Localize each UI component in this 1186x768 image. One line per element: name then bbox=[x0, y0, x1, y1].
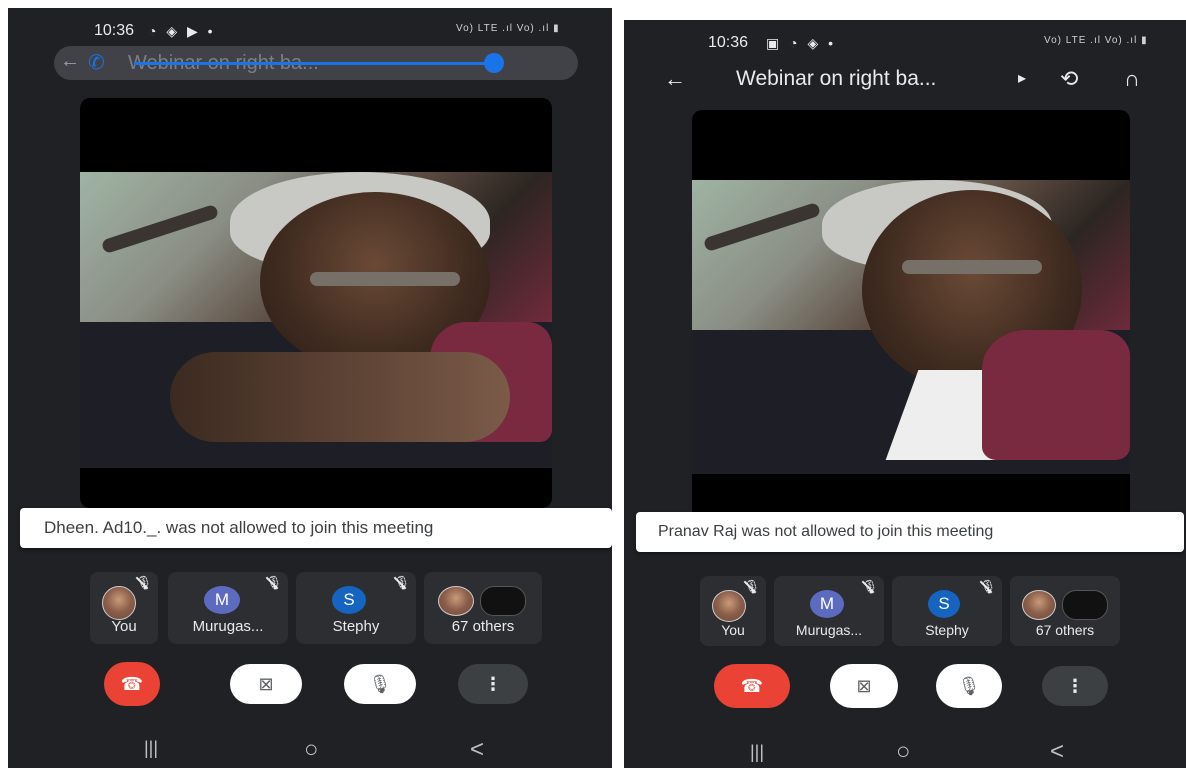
avatar: S bbox=[928, 590, 960, 618]
avatar: S bbox=[332, 586, 366, 614]
participant-label: Stephy bbox=[332, 618, 380, 635]
audio-slider-track[interactable] bbox=[134, 62, 494, 65]
mic-off-icon: 🎙 bbox=[979, 579, 996, 594]
avatar bbox=[438, 586, 474, 616]
more-icon: ⋮ bbox=[1066, 676, 1084, 696]
toast-text: Dheen. Ad10._. was not allowed to join t… bbox=[44, 518, 434, 537]
end-call-icon: ☎ bbox=[740, 676, 764, 696]
participant-tile-others[interactable]: 67 others bbox=[424, 572, 542, 644]
video-off-icon: ⊠ bbox=[856, 676, 872, 696]
participant-label: 67 others bbox=[451, 618, 515, 635]
audio-slider-knob[interactable] bbox=[484, 53, 504, 73]
speaker-video-frame bbox=[80, 172, 552, 468]
participant-tile-others[interactable]: 67 others bbox=[1010, 576, 1120, 646]
mic-off-icon: 🎙 bbox=[265, 575, 282, 590]
status-notification-icons: ▣ ◔ ◈ • bbox=[766, 35, 837, 51]
avatar: M bbox=[204, 586, 240, 614]
speaker-video-frame bbox=[692, 180, 1130, 474]
participant-tile-murugas[interactable]: M 🎙 Murugas... bbox=[168, 572, 288, 644]
mic-off-icon: 🎙 bbox=[393, 575, 410, 590]
mic-toggle-button[interactable]: 🎙 bbox=[936, 664, 1002, 708]
nav-recent-apps[interactable]: ||| bbox=[144, 738, 158, 759]
left-phone-screen: 10:36 ◔ ◈ ▶ • Vo) LTE .ıl Vo) .ıl ▮ ← ✆ … bbox=[8, 8, 612, 768]
participant-tile-stephy[interactable]: S 🎙 Stephy bbox=[892, 576, 1002, 646]
video-off-icon: ⊠ bbox=[258, 674, 274, 694]
video-toggle-button[interactable]: ⊠ bbox=[830, 664, 898, 708]
status-bar: 10:36 ▣ ◔ ◈ • Vo) LTE .ıl Vo) .ıl ▮ bbox=[624, 32, 1186, 56]
video-toggle-button[interactable]: ⊠ bbox=[230, 664, 302, 704]
more-options-button[interactable]: ⋮ bbox=[1042, 666, 1108, 706]
avatar bbox=[102, 586, 136, 620]
participant-label: Murugas... bbox=[192, 618, 264, 635]
status-time: 10:36 bbox=[94, 22, 135, 39]
more-icon: ⋮ bbox=[484, 674, 502, 694]
end-call-button[interactable]: ☎ bbox=[714, 664, 790, 708]
nav-home[interactable]: ○ bbox=[304, 736, 319, 764]
participant-label: 67 others bbox=[1035, 622, 1095, 638]
status-signal-icons: Vo) LTE .ıl Vo) .ıl ▮ bbox=[1044, 35, 1148, 46]
participant-label: Stephy bbox=[925, 622, 969, 638]
status-signal-icons: Vo) LTE .ıl Vo) .ıl ▮ bbox=[456, 23, 560, 34]
more-options-button[interactable]: ⋮ bbox=[458, 664, 528, 704]
participant-tile-you[interactable]: 🎙 You bbox=[90, 572, 158, 644]
mic-off-icon: 🎙 bbox=[135, 575, 152, 590]
toast-message: Pranav Raj was not allowed to join this … bbox=[636, 512, 1184, 552]
avatar bbox=[480, 586, 526, 616]
avatar bbox=[1062, 590, 1108, 620]
participant-tile-stephy[interactable]: S 🎙 Stephy bbox=[296, 572, 416, 644]
status-bar: 10:36 ◔ ◈ ▶ • Vo) LTE .ıl Vo) .ıl ▮ bbox=[8, 20, 612, 44]
mic-toggle-button[interactable]: 🎙 bbox=[344, 664, 416, 704]
status-notification-icons: ◔ ◈ ▶ • bbox=[148, 23, 216, 39]
nav-back[interactable]: < bbox=[470, 736, 484, 764]
end-call-icon: ☎ bbox=[120, 674, 144, 694]
avatar: M bbox=[810, 590, 844, 618]
nav-back[interactable]: < bbox=[1050, 738, 1064, 766]
top-app-bar: ← Webinar on right ba... ▸ ⟲ ∩ bbox=[624, 64, 1186, 100]
toast-text: Pranav Raj was not allowed to join this … bbox=[658, 523, 994, 540]
participant-label: You bbox=[721, 622, 745, 638]
dropdown-arrow-icon[interactable]: ▸ bbox=[1018, 68, 1026, 88]
toast-message: Dheen. Ad10._. was not allowed to join t… bbox=[20, 508, 612, 548]
participant-tile-murugas[interactable]: M 🎙 Murugas... bbox=[774, 576, 884, 646]
mic-off-icon: 🎙 bbox=[743, 579, 760, 594]
participant-label: Murugas... bbox=[795, 622, 863, 638]
avatar bbox=[712, 590, 746, 622]
nav-recent-apps[interactable]: ||| bbox=[750, 742, 764, 763]
main-video bbox=[80, 98, 552, 508]
mic-off-icon: 🎙 bbox=[957, 676, 981, 696]
avatar bbox=[1022, 590, 1056, 620]
mic-off-icon: 🎙 bbox=[368, 674, 392, 694]
camera-switch-icon[interactable]: ⟲ bbox=[1060, 66, 1078, 92]
back-arrow-icon[interactable]: ← bbox=[664, 66, 686, 92]
headphones-icon[interactable]: ∩ bbox=[1124, 66, 1140, 92]
ongoing-call-pill[interactable]: ← ✆ Webinar on right ba... bbox=[54, 46, 578, 80]
participant-label: You bbox=[111, 618, 137, 635]
back-arrow-icon[interactable]: ← bbox=[60, 50, 80, 73]
phone-icon: ✆ bbox=[88, 52, 105, 74]
participant-tile-you[interactable]: 🎙 You bbox=[700, 576, 766, 646]
status-time: 10:36 bbox=[708, 34, 749, 51]
meeting-title[interactable]: Webinar on right ba... bbox=[736, 67, 936, 91]
nav-home[interactable]: ○ bbox=[896, 738, 911, 766]
mic-off-icon: 🎙 bbox=[861, 579, 878, 594]
right-phone-screen: 10:36 ▣ ◔ ◈ • Vo) LTE .ıl Vo) .ıl ▮ ← We… bbox=[624, 20, 1186, 768]
main-video bbox=[692, 110, 1130, 520]
end-call-button[interactable]: ☎ bbox=[104, 662, 160, 706]
